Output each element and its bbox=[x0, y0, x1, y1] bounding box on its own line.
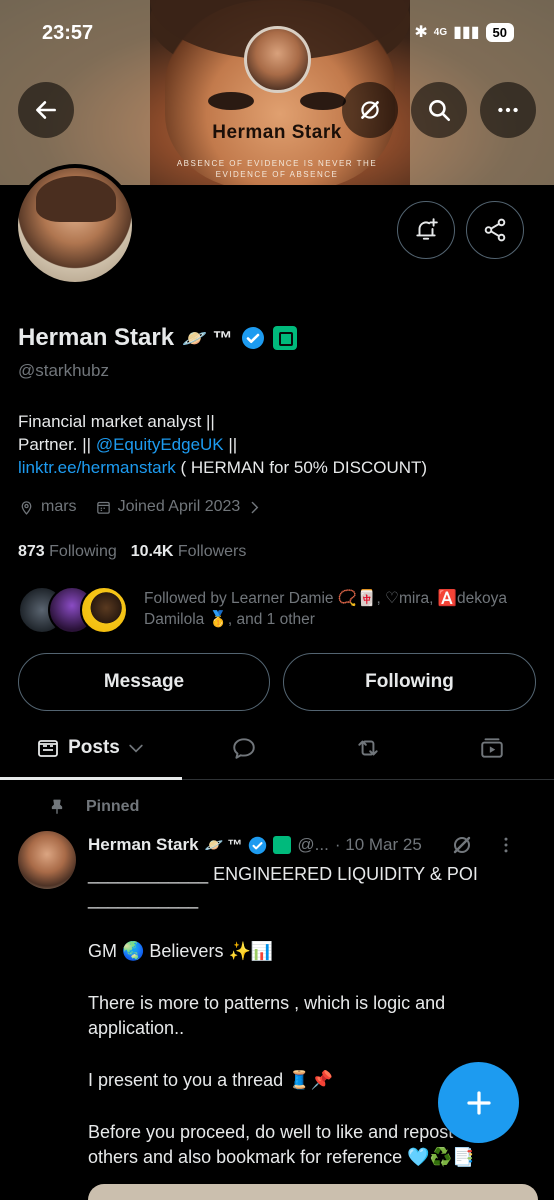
pinned-text: Pinned bbox=[86, 798, 140, 815]
pinned-label: Pinned bbox=[48, 798, 139, 816]
post-author-avatar[interactable] bbox=[18, 831, 76, 889]
following-count: 873 bbox=[18, 543, 45, 560]
profile-joined: Joined April 2023 bbox=[117, 498, 241, 515]
followers-link[interactable]: 10.4K Followers bbox=[131, 543, 247, 561]
calendar-icon bbox=[96, 501, 110, 514]
tab-active-indicator bbox=[0, 777, 182, 780]
post-header: Herman Stark 🪐 ™ @... · 10 Mar 25 bbox=[88, 833, 548, 857]
profile-meta: mars Joined April 2023 bbox=[18, 498, 263, 516]
pin-icon bbox=[51, 799, 63, 814]
more-icon bbox=[498, 107, 518, 113]
back-arrow-icon bbox=[36, 101, 56, 119]
post-line-5: Before you proceed, do well to like and … bbox=[88, 1122, 480, 1167]
more-button[interactable] bbox=[480, 82, 536, 138]
notify-button[interactable] bbox=[397, 201, 455, 259]
tab-posts-label: Posts bbox=[68, 737, 120, 758]
posts-icon bbox=[38, 740, 59, 757]
chevron-down-icon bbox=[129, 744, 143, 753]
battery-indicator: 50 bbox=[485, 22, 514, 42]
reply-icon bbox=[233, 738, 255, 759]
affiliate-badge-icon bbox=[273, 836, 292, 854]
verified-icon[interactable] bbox=[241, 326, 265, 350]
profile-name-row: Herman Stark 🪐 ™ bbox=[18, 324, 297, 352]
back-button[interactable] bbox=[18, 82, 74, 138]
grok-icon[interactable] bbox=[450, 833, 474, 857]
bell-plus-icon bbox=[416, 218, 438, 240]
tab-reposts[interactable] bbox=[306, 718, 430, 778]
compose-plus-icon bbox=[466, 1090, 491, 1115]
followers-count: 10.4K bbox=[130, 543, 174, 560]
bio-line-2-prefix: Partner. || bbox=[18, 435, 96, 454]
affiliate-badge-icon[interactable] bbox=[272, 326, 297, 350]
profile-name-emoji: 🪐 ™ bbox=[182, 327, 233, 350]
share-button[interactable] bbox=[466, 201, 524, 259]
tab-replies[interactable] bbox=[182, 718, 306, 778]
joined-date-button[interactable]: Joined April 2023 bbox=[95, 498, 264, 516]
search-button[interactable] bbox=[411, 82, 467, 138]
compose-button[interactable] bbox=[438, 1062, 519, 1143]
post-date: · 10 Mar 25 bbox=[334, 835, 422, 854]
profile-tabs: Posts bbox=[0, 718, 554, 780]
media-icon bbox=[481, 738, 503, 758]
followers-label: Followers bbox=[177, 543, 247, 560]
location-icon bbox=[21, 500, 32, 515]
following-label: Following bbox=[49, 543, 117, 560]
bluetooth-icon: ✱ bbox=[414, 24, 428, 41]
bio-external-link[interactable]: linktr.ee/hermanstark bbox=[18, 458, 176, 477]
network-label: 4G bbox=[433, 26, 448, 38]
signal-icon: ▮▮▮ bbox=[453, 24, 480, 41]
repost-icon bbox=[358, 740, 378, 756]
banner-title: Herman Stark bbox=[212, 122, 342, 143]
following-link[interactable]: 873 Following bbox=[18, 543, 117, 561]
profile-name: Herman Stark bbox=[18, 324, 175, 351]
bio-line-2-suffix: || bbox=[223, 435, 238, 454]
search-icon bbox=[429, 100, 451, 122]
message-button[interactable]: Message bbox=[18, 653, 270, 711]
post-line-3: There is more to patterns , which is log… bbox=[88, 993, 446, 1038]
bio-link-suffix: ( HERMAN for 50% DISCOUNT) bbox=[175, 458, 428, 477]
share-icon bbox=[484, 218, 506, 242]
profile-avatar[interactable] bbox=[14, 164, 136, 286]
follow-stats: 873 Following 10.4K Followers bbox=[18, 543, 246, 561]
status-time: 23:57 bbox=[42, 22, 94, 44]
post-media-preview[interactable] bbox=[88, 1184, 538, 1200]
followed-by-text: Followed by Learner Damie 📿🀄, ♡mira, 🅰️d… bbox=[144, 590, 507, 628]
grok-icon bbox=[361, 101, 379, 119]
profile-bio: Financial market analyst || Partner. || … bbox=[18, 410, 538, 479]
profile-location: mars bbox=[41, 498, 77, 515]
status-bar: 23:57 ✱ 4G ▮▮▮ 50 bbox=[0, 0, 554, 66]
post-author-handle: @... bbox=[297, 835, 329, 854]
tab-posts[interactable]: Posts bbox=[0, 718, 182, 780]
post-body[interactable]: ____________ ENGINEERED LIQUIDITY & POI … bbox=[88, 862, 498, 1197]
post-line-1: ____________ ENGINEERED LIQUIDITY & POI … bbox=[88, 864, 478, 909]
avatar bbox=[80, 586, 128, 634]
bio-line-1: Financial market analyst || bbox=[18, 412, 215, 431]
post-author-emoji: 🪐 ™ bbox=[204, 837, 243, 854]
verified-icon bbox=[249, 836, 267, 854]
profile-handle: @starkhubz bbox=[18, 361, 109, 380]
followed-by-avatars bbox=[18, 586, 130, 634]
post-author-name[interactable]: Herman Stark bbox=[88, 835, 199, 855]
tab-media[interactable] bbox=[430, 718, 554, 778]
grok-button[interactable] bbox=[342, 82, 398, 138]
post-line-4: I present to you a thread 🧵📌 bbox=[88, 1070, 333, 1090]
chevron-right-icon bbox=[251, 501, 259, 513]
more-vertical-icon[interactable] bbox=[496, 835, 516, 855]
bio-mention-link[interactable]: @EquityEdgeUK bbox=[96, 435, 224, 454]
following-button[interactable]: Following bbox=[283, 653, 536, 711]
post-line-2: GM 🌏 Believers ✨📊 bbox=[88, 941, 274, 961]
